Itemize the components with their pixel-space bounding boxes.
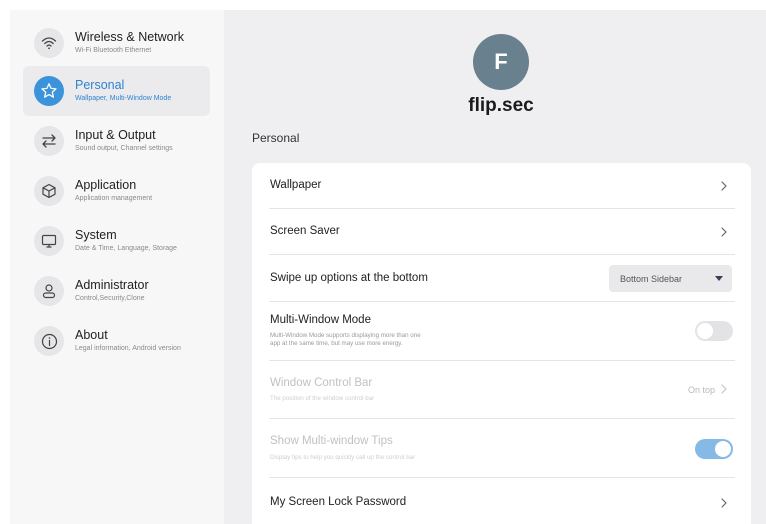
setting-title: My Screen Lock Password [270, 496, 407, 508]
settings-card: Wallpaper Screen Saver Swipe up options … [252, 163, 751, 524]
setting-subtitle-line2: app at the same time, but may use more e… [270, 340, 403, 347]
setting-title: Wallpaper [270, 179, 322, 191]
sidebar-item-subtitle: Sound output, Channel settings [75, 145, 173, 152]
setting-row-wallpaper[interactable]: Wallpaper [269, 163, 735, 209]
sidebar-item-personal[interactable]: Personal Wallpaper, Multi-Window Mode [23, 66, 210, 116]
setting-title: Show Multi-window Tips [270, 435, 393, 447]
sidebar-item-subtitle: Legal information, Android version [75, 345, 181, 352]
caret-down-icon [715, 276, 723, 281]
sidebar-item-title: Personal [75, 78, 125, 92]
person-icon [34, 276, 64, 306]
setting-subtitle: The position of the window control bar [270, 395, 375, 402]
chevron-right-icon [721, 498, 727, 508]
sidebar-item-title: About [75, 328, 108, 342]
sidebar-item-input-output[interactable]: Input & Output Sound output, Channel set… [23, 116, 210, 166]
toggle-knob [715, 441, 731, 457]
sidebar-item-subtitle: Wallpaper, Multi-Window Mode [75, 95, 172, 102]
multi-window-mode-toggle[interactable] [695, 321, 733, 341]
setting-title: Window Control Bar [270, 377, 373, 389]
info-icon [34, 326, 64, 356]
sidebar-item-title: Application [75, 178, 137, 192]
setting-title: Swipe up options at the bottom [270, 272, 428, 284]
sidebar-item-subtitle: Application management [75, 195, 153, 202]
sidebar-item-title: Administrator [75, 278, 149, 292]
setting-row-multi-window-mode: Multi-Window Mode Multi-Window Mode supp… [269, 302, 735, 361]
setting-row-window-control-bar[interactable]: Window Control Bar The position of the w… [269, 361, 735, 419]
swap-arrows-icon [34, 126, 64, 156]
sidebar-item-title: Wireless & Network [75, 30, 185, 44]
setting-title: Screen Saver [270, 225, 340, 237]
sidebar-item-system[interactable]: System Date & Time, Language, Storage [23, 216, 210, 266]
sidebar-item-subtitle: Control,Security,Clone [75, 295, 145, 302]
chevron-right-icon [721, 181, 727, 191]
setting-subtitle: Display tips to help you quickly call up… [270, 454, 416, 461]
sidebar-item-wireless-network[interactable]: Wireless & Network Wi-Fi Bluetooth Ether… [23, 18, 210, 68]
swipe-up-options-dropdown[interactable]: Bottom Sidebar [609, 265, 732, 292]
star-icon [34, 76, 64, 106]
cube-icon [34, 176, 64, 206]
section-title: Personal [252, 131, 300, 145]
setting-row-multi-window-tips: Show Multi-window Tips Display tips to h… [269, 419, 735, 478]
sidebar-item-title: Input & Output [75, 128, 156, 142]
sidebar-item-title: System [75, 228, 117, 242]
setting-row-screen-lock-password[interactable]: My Screen Lock Password [269, 478, 735, 524]
dropdown-value: Bottom Sidebar [620, 273, 683, 284]
chevron-right-icon [721, 384, 727, 394]
monitor-icon [34, 226, 64, 256]
sidebar-item-subtitle: Date & Time, Language, Storage [75, 245, 177, 252]
toggle-knob [697, 323, 713, 339]
sidebar-item-application[interactable]: Application Application management [23, 166, 210, 216]
setting-title: Multi-Window Mode [270, 314, 371, 326]
sidebar: Wireless & Network Wi-Fi Bluetooth Ether… [10, 10, 224, 524]
multi-window-tips-toggle[interactable] [695, 439, 733, 459]
sidebar-item-subtitle: Wi-Fi Bluetooth Ethernet [75, 47, 152, 54]
avatar: F [473, 34, 529, 90]
chevron-right-icon [721, 227, 727, 237]
device-name: flip.sec [468, 95, 534, 116]
setting-row-swipe-up-options: Swipe up options at the bottom Bottom Si… [269, 255, 735, 302]
setting-value: On top [687, 385, 715, 395]
wifi-icon [34, 28, 64, 58]
setting-row-screen-saver[interactable]: Screen Saver [269, 209, 735, 255]
sidebar-item-about[interactable]: About Legal information, Android version [23, 316, 210, 366]
sidebar-item-administrator[interactable]: Administrator Control,Security,Clone [23, 266, 210, 316]
main-panel: F flip.sec Personal Wallpaper Screen Sav… [224, 10, 766, 524]
